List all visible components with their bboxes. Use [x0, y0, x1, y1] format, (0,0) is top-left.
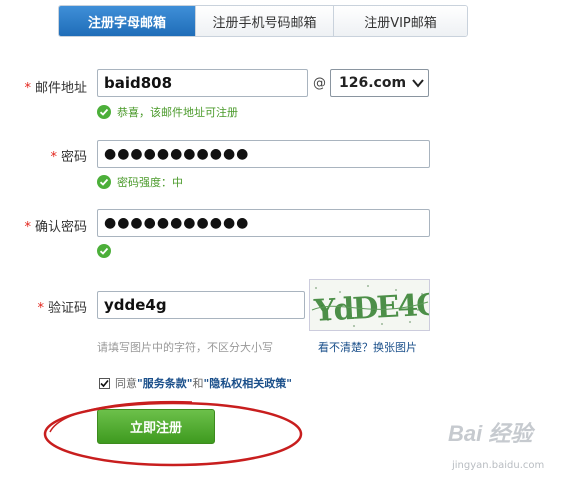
watermark-url: jingyan.baidu.com — [452, 460, 545, 471]
email-hint: 恭喜，该邮件地址可注册 — [97, 104, 238, 120]
tab-letter-email[interactable]: 注册字母邮箱 — [59, 6, 195, 36]
domain-select[interactable]: 126.com — [330, 69, 429, 97]
agree-checkbox[interactable] — [99, 377, 110, 389]
password-label: * 密码 — [50, 150, 87, 165]
refresh-captcha-link[interactable]: 看不清楚？换张图片 — [318, 339, 417, 355]
terms-link[interactable]: "服务条款" — [137, 375, 192, 391]
checkmark-icon — [100, 379, 109, 387]
email-label: * 邮件地址 — [24, 81, 87, 96]
registration-tabs: 注册字母邮箱 注册手机号码邮箱 注册VIP邮箱 — [58, 5, 468, 37]
captcha-noise: YdDE4G — [311, 285, 430, 329]
captcha-label: * 验证码 — [37, 301, 87, 316]
watermark-logo: Bai 经验 — [448, 421, 533, 446]
tab-vip-email[interactable]: 注册VIP邮箱 — [333, 6, 467, 36]
captcha-image[interactable]: YdDE4G — [309, 279, 430, 331]
check-icon — [97, 175, 111, 189]
check-icon — [97, 244, 111, 258]
password-strength-hint: 密码强度：中 — [97, 174, 183, 190]
required-mark: * — [24, 81, 31, 96]
confirm-password-hint — [97, 244, 117, 258]
confirm-password-label: * 确认密码 — [24, 220, 87, 235]
confirm-password-input[interactable]: ●●●●●●●●●●● — [97, 209, 430, 237]
tab-mobile-email[interactable]: 注册手机号码邮箱 — [195, 6, 333, 36]
captcha-input[interactable]: ydde4g — [97, 291, 305, 319]
password-input[interactable]: ●●●●●●●●●●● — [97, 140, 430, 168]
agreement-row: 同意 "服务条款" 和 "隐私权相关政策" — [99, 375, 292, 391]
register-button[interactable]: 立即注册 — [97, 409, 215, 444]
at-symbol: @ — [313, 76, 326, 91]
chevron-down-icon — [412, 79, 424, 88]
captcha-hint: 请填写图片中的字符，不区分大小写 — [97, 341, 273, 354]
register-page: 注册字母邮箱 注册手机号码邮箱 注册VIP邮箱 * 邮件地址 baid808 @ … — [0, 0, 570, 484]
baidu-jingyan-watermark: Bai 经验 jingyan.baidu.com — [448, 416, 566, 480]
svg-text:YdDE4G: YdDE4G — [312, 287, 430, 329]
privacy-link[interactable]: "隐私权相关政策" — [203, 375, 291, 391]
check-icon — [97, 105, 111, 119]
email-input[interactable]: baid808 — [97, 69, 308, 97]
